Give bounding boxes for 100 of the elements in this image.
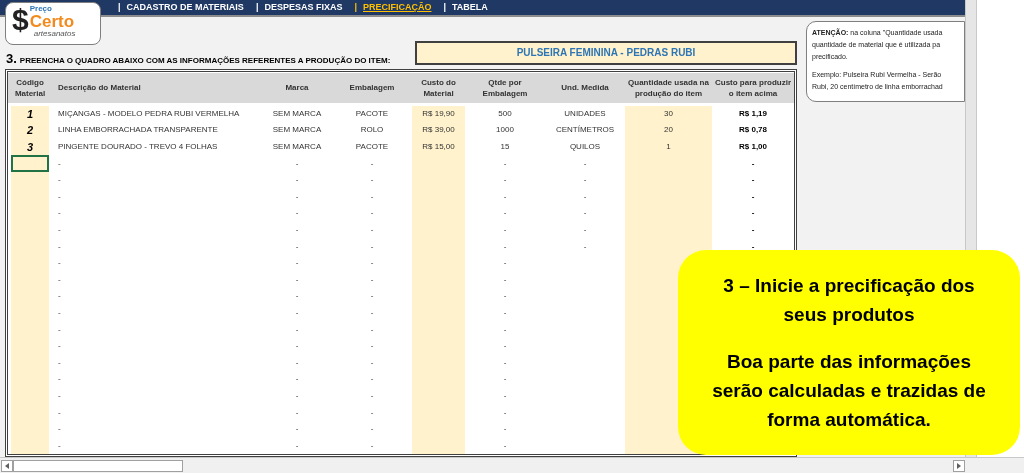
table-cell: ROLO — [360, 124, 384, 137]
table-cell: - — [295, 340, 299, 353]
scroll-left-button[interactable] — [1, 459, 13, 472]
table-cell: - — [503, 340, 507, 353]
table-cell: - — [370, 224, 374, 236]
table-cell: - — [58, 190, 61, 203]
table-cell: - — [58, 273, 61, 286]
table-cell: - — [503, 174, 507, 187]
tab-separator: | — [443, 0, 446, 14]
table-cell: - — [583, 190, 587, 203]
table-cell: - — [58, 439, 61, 452]
table-cell: - — [370, 373, 374, 386]
table-cell: 1 — [666, 141, 671, 153]
nav-tab[interactable]: CADASTRO DE MATERIAIS — [126, 0, 244, 14]
table-cell: - — [58, 406, 61, 419]
tab-separator: | — [118, 0, 121, 14]
table-cell: 20 — [664, 124, 673, 137]
table-cell: R$ 1,19 — [739, 107, 767, 120]
table-cell: - — [370, 240, 374, 253]
table-cell: - — [295, 406, 299, 419]
table-cell: - — [295, 207, 299, 220]
table-cell: - — [503, 207, 507, 220]
table-cell: - — [370, 190, 374, 203]
table-cell: - — [370, 423, 374, 436]
table-cell-text: 3 — [26, 139, 34, 155]
left-arrow-icon — [5, 462, 9, 469]
column-header: Descrição do Material — [58, 82, 141, 94]
table-cell: - — [58, 373, 61, 386]
table-cell: - — [503, 224, 507, 236]
table-cell: - — [58, 306, 61, 319]
table-cell: - — [370, 323, 374, 336]
table-cell: - — [295, 174, 299, 187]
table-cell: - — [751, 240, 755, 253]
table-cell: - — [58, 240, 61, 253]
logo-subtitle: artesanatos — [33, 30, 76, 38]
table-cell: - — [58, 257, 61, 270]
table-cell: - — [295, 290, 299, 303]
table-cell: UNIDADES — [564, 107, 606, 120]
table-cell-text: 2 — [26, 123, 34, 139]
table-cell: - — [58, 207, 61, 220]
table-cell: - — [58, 423, 61, 436]
table-cell: MIÇANGAS - MODELO PEDRA RUBI VERMELHA — [58, 107, 240, 120]
table-cell: - — [58, 290, 61, 303]
table-cell: - — [503, 290, 507, 303]
selected-cell[interactable] — [11, 155, 49, 172]
scroll-right-button[interactable] — [953, 459, 965, 472]
column-header: Marca — [285, 82, 309, 94]
table-cell: - — [503, 240, 507, 253]
table-cell: - — [583, 174, 587, 187]
table-cell: - — [58, 356, 61, 369]
table-cell: - — [295, 439, 299, 452]
table-cell: - — [58, 340, 61, 353]
table-cell: - — [58, 224, 61, 236]
table-cell: PACOTE — [355, 141, 389, 153]
table-cell: - — [503, 157, 507, 170]
nav-tab[interactable]: DESPESAS FIXAS — [264, 0, 343, 14]
column-header: Custo para produzir o item acima — [714, 76, 792, 99]
nav-tab[interactable]: PRECIFICAÇÃO — [362, 0, 432, 14]
table-cell: R$ 39,00 — [422, 124, 455, 137]
table-cell: - — [751, 157, 755, 170]
table-cell: PACOTE — [355, 107, 389, 120]
table-cell: SEM MARCA — [272, 107, 322, 120]
horizontal-scrollbar-thumb[interactable] — [13, 459, 183, 472]
table-cell: - — [370, 290, 374, 303]
table-cell-text: 1 — [26, 106, 34, 122]
table-cell: - — [370, 340, 374, 353]
table-cell: - — [503, 373, 507, 386]
table-cell: - — [583, 240, 587, 253]
table-cell: - — [58, 389, 61, 402]
logo-wordmark: Certo — [29, 13, 76, 30]
table-cell: - — [503, 273, 507, 286]
table-cell: - — [295, 257, 299, 270]
table-cell: - — [295, 273, 299, 286]
table-cell: - — [295, 323, 299, 336]
table-cell: R$ 15,00 — [422, 141, 455, 153]
table-cell: - — [370, 257, 374, 270]
table-cell: R$ 1,00 — [739, 141, 767, 153]
nav-tab[interactable]: TABELA — [452, 0, 488, 14]
table-cell: - — [751, 190, 755, 203]
table-cell: - — [751, 174, 755, 187]
table-cell: - — [295, 389, 299, 402]
table-cell: 500 — [498, 107, 512, 120]
table-cell: - — [370, 389, 374, 402]
column-header: Custo do Material — [420, 76, 457, 99]
table-cell: - — [295, 224, 299, 236]
table-cell: - — [751, 207, 755, 220]
table-cell: - — [503, 323, 507, 336]
table-cell: - — [370, 356, 374, 369]
table-cell: - — [583, 207, 587, 220]
callout-text: Boa parte das informações serão calculadas e trazidas de forma automática. — [711, 350, 987, 432]
table-cell: SEM MARCA — [272, 141, 322, 153]
table-cell: 1000 — [496, 124, 514, 137]
table-cell: 30 — [664, 107, 673, 120]
table-cell: - — [503, 406, 507, 419]
table-cell: - — [370, 157, 374, 170]
table-cell: SEM MARCA — [272, 124, 322, 137]
table-cell: - — [503, 306, 507, 319]
table-cell: - — [295, 190, 299, 203]
table-cell: - — [295, 423, 299, 436]
right-arrow-icon — [957, 462, 961, 469]
